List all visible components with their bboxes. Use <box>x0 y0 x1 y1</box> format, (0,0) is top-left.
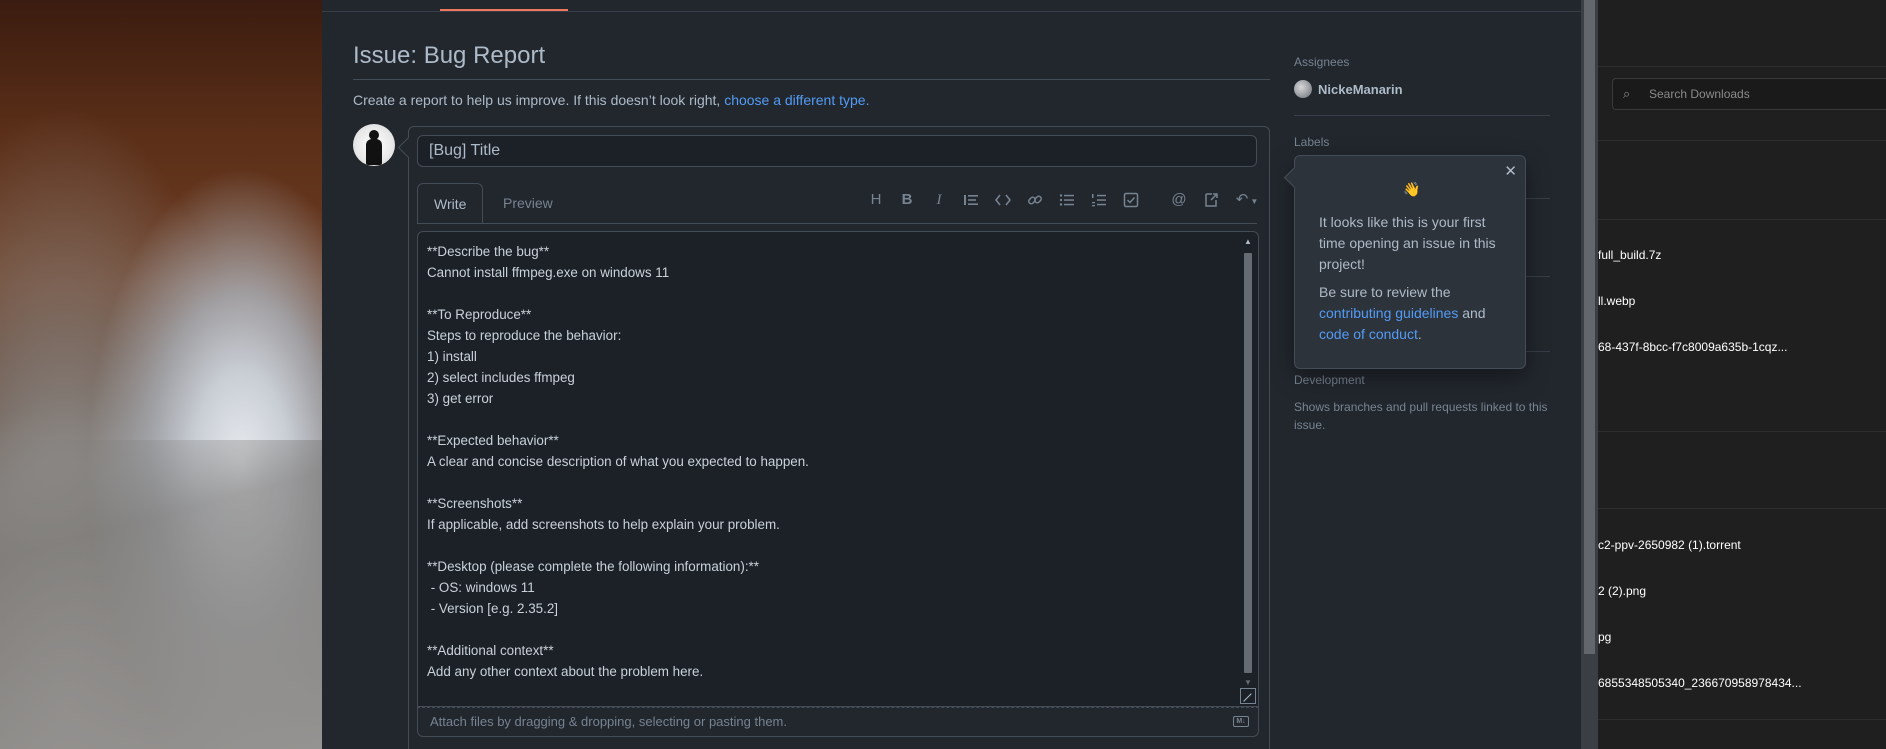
development-label[interactable]: Development <box>1294 373 1365 387</box>
github-new-issue-panel: Issue: Bug Report Create a report to hel… <box>322 0 1581 749</box>
code-of-conduct-link[interactable]: code of conduct <box>1319 326 1418 342</box>
heading-icon[interactable]: H <box>864 188 888 212</box>
popover-message: It looks like this is your first time op… <box>1319 214 1496 272</box>
download-item[interactable]: 2 (2).png <box>1598 584 1646 598</box>
downloads-divider <box>1598 219 1886 220</box>
search-icon: ⌕ <box>1623 86 1631 101</box>
editor-line[interactable] <box>427 619 1227 640</box>
editor-line[interactable]: Add any other context about the problem … <box>427 661 1227 682</box>
tab-write[interactable]: Write <box>417 183 483 224</box>
wave-icon: 👋 <box>1403 181 1421 197</box>
scroll-thumb[interactable] <box>1244 253 1252 673</box>
editor-line[interactable]: - Version [e.g. 2.35.2] <box>427 598 1227 619</box>
editor-line[interactable]: Cannot install ffmpeg.exe on windows 11 <box>427 262 1227 283</box>
download-item[interactable]: full_build.7z <box>1598 248 1661 262</box>
editor-line[interactable]: **Screenshots** <box>427 493 1227 514</box>
ordered-list-icon[interactable] <box>1087 188 1111 212</box>
task-list-icon[interactable] <box>1119 188 1143 212</box>
download-item[interactable]: 6855348505340_236670958978434... <box>1598 676 1802 690</box>
issue-body-textarea[interactable]: **Describe the bug** Cannot install ffmpe… <box>417 231 1259 707</box>
downloads-window: ⌕ Search Downloads full_build.7z ll.webp… <box>1598 0 1886 749</box>
title-divider <box>353 79 1270 80</box>
editor-line[interactable]: A clear and concise description of what … <box>427 451 1227 472</box>
editor-line[interactable]: **To Reproduce** <box>427 304 1227 325</box>
downloads-divider <box>1598 508 1886 509</box>
contributing-guidelines-link[interactable]: contributing guidelines <box>1319 305 1458 321</box>
italic-icon[interactable]: I <box>927 188 951 212</box>
downloads-divider <box>1598 66 1886 67</box>
template-description-text: Create a report to help us improve. If t… <box>353 92 725 108</box>
editor-line[interactable]: **Desktop (please complete the following… <box>427 556 1227 577</box>
link-icon[interactable] <box>1023 188 1047 212</box>
close-icon[interactable]: ✕ <box>1504 162 1517 180</box>
popover-review-suffix: . <box>1417 326 1422 342</box>
download-item[interactable]: c2-ppv-2650982 (1).torrent <box>1598 538 1741 552</box>
editor-line[interactable]: 3) get error <box>427 388 1227 409</box>
editor-line[interactable]: If applicable, add screenshots to help e… <box>427 514 1227 535</box>
assignees-label[interactable]: Assignees <box>1294 55 1349 69</box>
template-description: Create a report to help us improve. If t… <box>353 92 869 108</box>
editor-line[interactable] <box>427 283 1227 304</box>
undo-icon[interactable]: ↶ ▼ <box>1231 188 1263 212</box>
downloads-divider <box>1598 719 1886 720</box>
unordered-list-icon[interactable] <box>1055 188 1079 212</box>
editor-line[interactable]: 2) select includes ffmpeg <box>427 367 1227 388</box>
mention-icon[interactable]: @ <box>1167 188 1191 212</box>
desktop-wallpaper <box>0 0 322 749</box>
downloads-divider <box>1598 140 1886 141</box>
tabs-divider <box>417 223 1257 224</box>
reference-icon[interactable] <box>1199 188 1223 212</box>
page-scroll-thumb[interactable] <box>1584 0 1595 654</box>
downloads-divider <box>1598 431 1886 432</box>
editor-line[interactable]: - OS: windows 11 <box>427 577 1227 598</box>
active-nav-underline <box>440 9 568 11</box>
popover-review-mid: and <box>1458 305 1486 321</box>
issue-title-input[interactable] <box>417 135 1257 167</box>
editor-line[interactable] <box>427 409 1227 430</box>
editor-line[interactable]: **Describe the bug** <box>427 241 1227 262</box>
editor-line[interactable]: **Expected behavior** <box>427 430 1227 451</box>
tab-preview[interactable]: Preview <box>487 183 569 224</box>
downloads-search-input[interactable]: ⌕ Search Downloads <box>1612 78 1886 110</box>
editor-line[interactable] <box>427 472 1227 493</box>
issue-body-text[interactable]: **Describe the bug** Cannot install ffmpe… <box>427 241 1227 682</box>
page-title: Issue: Bug Report <box>353 42 546 69</box>
download-item[interactable]: 68-437f-8bcc-f7c8009a635b-1cqz... <box>1598 340 1787 354</box>
editor-line[interactable]: 1) install <box>427 346 1227 367</box>
popover-review-prefix: Be sure to review the <box>1319 284 1451 300</box>
download-item[interactable]: ll.webp <box>1598 294 1635 308</box>
avatar-figure-body <box>366 139 382 165</box>
bold-icon[interactable]: B <box>895 188 919 212</box>
assignee-avatar <box>1294 80 1312 98</box>
quote-icon[interactable] <box>959 188 983 212</box>
code-icon[interactable] <box>991 188 1015 212</box>
downloads-search-placeholder: Search Downloads <box>1649 87 1750 101</box>
choose-different-type-link[interactable]: choose a different type. <box>724 92 869 108</box>
sidebar-divider <box>1294 115 1550 116</box>
resize-handle-icon[interactable] <box>1240 688 1256 704</box>
avatar <box>353 124 395 166</box>
first-issue-popover: ✕ 👋 It looks like this is your first tim… <box>1294 155 1526 369</box>
markdown-icon: M↓ <box>1233 716 1249 727</box>
download-item[interactable]: pg <box>1598 630 1611 644</box>
labels-label[interactable]: Labels <box>1294 135 1329 149</box>
chevron-down-icon: ▼ <box>1250 197 1259 206</box>
development-description: Shows branches and pull requests linked … <box>1294 400 1548 432</box>
scroll-up-icon[interactable]: ▲ <box>1241 235 1255 249</box>
editor-line[interactable] <box>427 535 1227 556</box>
attach-hint-text: Attach files by dragging & dropping, sel… <box>430 714 787 729</box>
editor-line[interactable]: **Additional context** <box>427 640 1227 661</box>
editor-scrollbar[interactable]: ▲ ▼ <box>1241 235 1255 690</box>
attach-files-bar[interactable]: Attach files by dragging & dropping, sel… <box>417 707 1259 737</box>
assignee-name[interactable]: NickeManarin <box>1318 82 1403 97</box>
editor-line[interactable]: Steps to reproduce the behavior: <box>427 325 1227 346</box>
popover-review-note: Be sure to review the contributing guide… <box>1319 282 1511 345</box>
